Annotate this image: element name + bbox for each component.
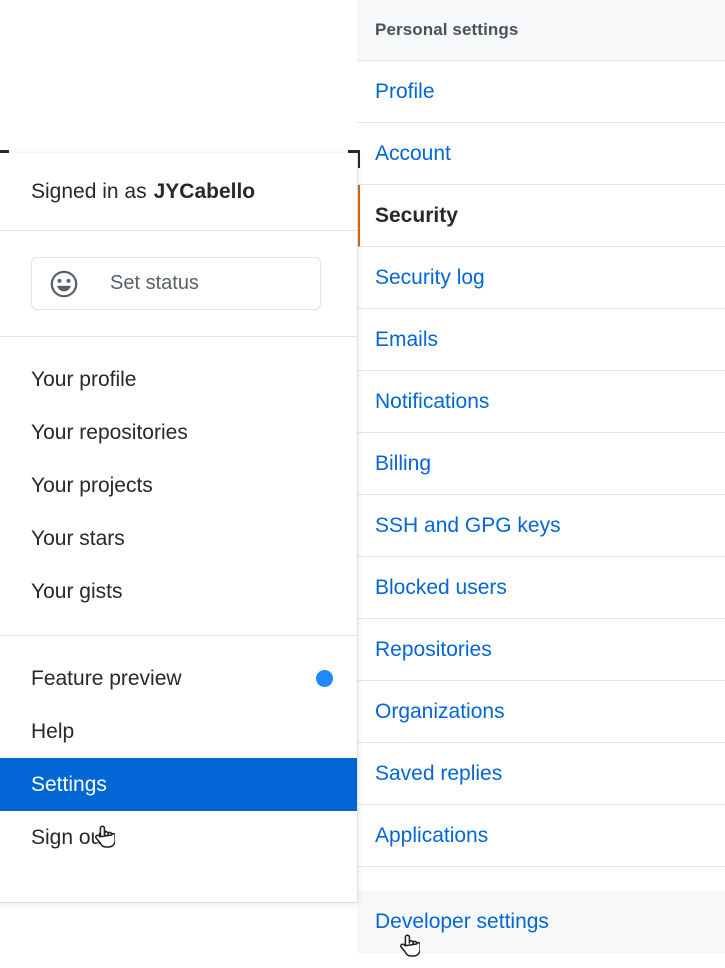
sidebar-section-divider <box>357 867 725 891</box>
sidebar-item-profile[interactable]: Profile <box>357 61 725 123</box>
sidebar-item-developer-settings[interactable]: Developer settings <box>357 891 725 953</box>
personal-settings-nav: Personal settings Profile Account Securi… <box>357 0 725 968</box>
sidebar-item-saved-replies[interactable]: Saved replies <box>357 743 725 805</box>
new-badge-dot-icon <box>316 670 333 687</box>
sidebar-item-security[interactable]: Security <box>357 185 725 247</box>
sidebar-item-organizations[interactable]: Organizations <box>357 681 725 743</box>
sidebar-item-notifications[interactable]: Notifications <box>357 371 725 433</box>
menu-item-your-profile[interactable]: Your profile <box>0 353 357 406</box>
feature-preview-label: Feature preview <box>31 666 182 690</box>
menu-item-sign-out[interactable]: Sign out <box>0 811 357 864</box>
menu-item-your-gists[interactable]: Your gists <box>0 565 357 618</box>
smiley-icon <box>50 270 78 297</box>
menu-item-help[interactable]: Help <box>0 705 357 758</box>
sidebar-item-applications[interactable]: Applications <box>357 805 725 867</box>
sidebar-item-account[interactable]: Account <box>357 123 725 185</box>
menu-item-your-stars[interactable]: Your stars <box>0 512 357 565</box>
sidebar-item-security-log[interactable]: Security log <box>357 247 725 309</box>
sidebar-item-billing[interactable]: Billing <box>357 433 725 495</box>
signed-in-as-row: Signed in as JYCabello <box>0 153 357 231</box>
sidebar-item-blocked-users[interactable]: Blocked users <box>357 557 725 619</box>
set-status-label: Set status <box>110 272 199 294</box>
set-status-section: Set status <box>0 231 357 337</box>
dropdown-group-personal: Your profile Your repositories Your proj… <box>0 337 357 636</box>
menu-item-settings[interactable]: Settings <box>0 758 357 811</box>
dropdown-group-account: Feature preview Help Settings Sign out <box>0 636 357 864</box>
set-status-button[interactable]: Set status <box>31 257 321 310</box>
username-label: JYCabello <box>153 179 256 203</box>
sidebar-item-repositories[interactable]: Repositories <box>357 619 725 681</box>
user-dropdown-menu: Signed in as JYCabello Set status Your p… <box>0 153 358 903</box>
menu-item-your-repositories[interactable]: Your repositories <box>0 406 357 459</box>
sidebar-item-emails[interactable]: Emails <box>357 309 725 371</box>
settings-nav-header: Personal settings <box>357 0 725 61</box>
menu-item-your-projects[interactable]: Your projects <box>0 459 357 512</box>
sidebar-item-ssh-and-gpg-keys[interactable]: SSH and GPG keys <box>357 495 725 557</box>
signed-in-as-label: Signed in as <box>31 179 147 203</box>
menu-item-feature-preview[interactable]: Feature preview <box>0 652 357 705</box>
